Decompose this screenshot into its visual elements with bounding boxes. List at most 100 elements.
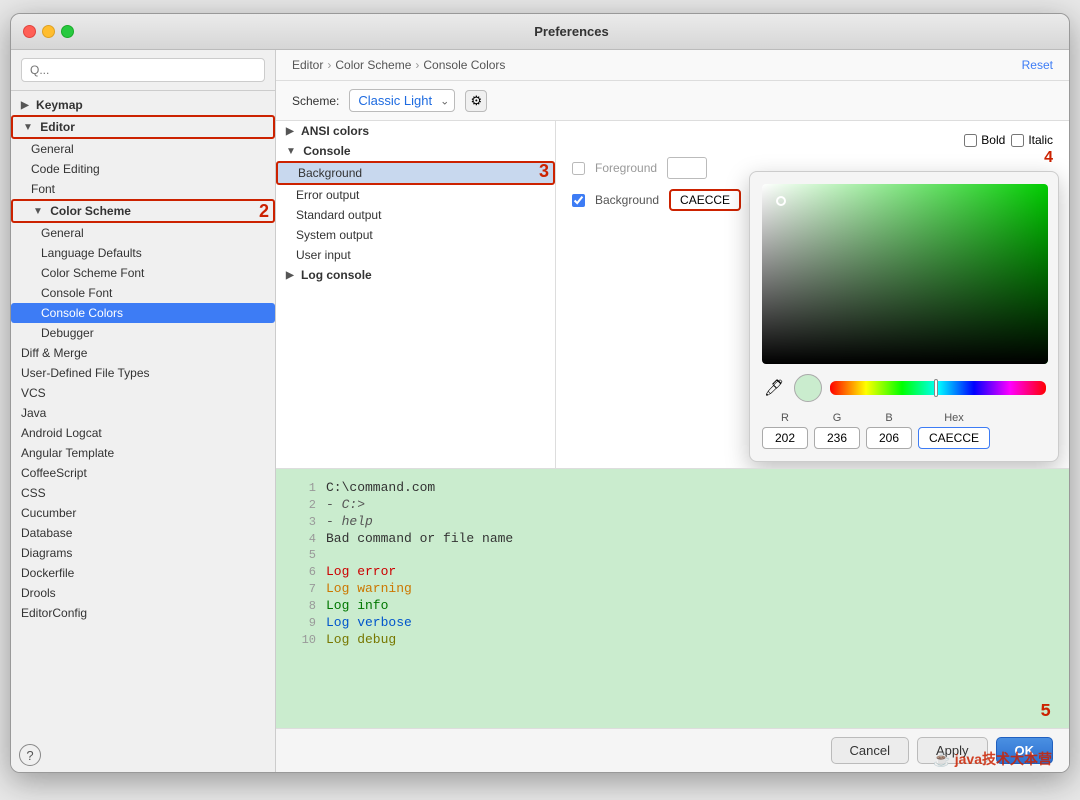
dialog-footer: Cancel Apply OK: [276, 728, 1069, 772]
color-tree-console[interactable]: ▼ Console: [276, 141, 555, 161]
sidebar-item-user-defined[interactable]: User-Defined File Types: [11, 363, 275, 383]
background-checkbox[interactable]: [572, 194, 585, 207]
cancel-button[interactable]: Cancel: [831, 737, 909, 764]
traffic-lights: [23, 25, 74, 38]
preview-line: 4 Bad command or file name: [292, 530, 1053, 547]
b-input-group: B: [866, 412, 912, 449]
color-tree-log-console[interactable]: ▶ Log console: [276, 265, 555, 285]
line-content: C:\command.com: [326, 480, 435, 495]
line-number: 1: [292, 481, 316, 495]
sidebar-item-diff-merge[interactable]: Diff & Merge: [11, 343, 275, 363]
color-swatch: [794, 374, 822, 402]
color-tree-background[interactable]: Background: [276, 161, 555, 185]
color-tree-error-output[interactable]: Error output: [276, 185, 555, 205]
line-number: 8: [292, 599, 316, 613]
scheme-select[interactable]: Classic Light: [349, 89, 455, 112]
line-number: 9: [292, 616, 316, 630]
scheme-gear-button[interactable]: ⚙: [465, 90, 487, 112]
color-tree-user-input[interactable]: User input: [276, 245, 555, 265]
line-number: 2: [292, 498, 316, 512]
preview-area: 1C:\command.com2- C:>3- help4Bad command…: [276, 468, 1069, 728]
sidebar-item-database[interactable]: Database: [11, 523, 275, 543]
sidebar-item-vcs[interactable]: VCS: [11, 383, 275, 403]
preview-line: 9 Log verbose: [292, 614, 1053, 631]
sidebar-item-angular[interactable]: Angular Template: [11, 443, 275, 463]
sidebar-item-keymap[interactable]: ▶ Keymap: [11, 95, 275, 115]
preview-line: 6Log error: [292, 563, 1053, 580]
apply-button[interactable]: Apply: [917, 737, 988, 764]
color-tree-sys-output[interactable]: System output: [276, 225, 555, 245]
b-label: B: [885, 412, 892, 424]
close-button[interactable]: [23, 25, 36, 38]
breadcrumb-sep-1: ›: [327, 58, 331, 72]
b-input[interactable]: [866, 427, 912, 449]
foreground-swatch[interactable]: [667, 157, 707, 179]
line-content: Log info: [326, 598, 388, 613]
breadcrumb-bar: Editor › Color Scheme › Console Colors R…: [276, 50, 1069, 81]
sidebar-item-lang-defaults[interactable]: Language Defaults: [11, 243, 275, 263]
preview-line: 10Log debug: [292, 631, 1053, 648]
maximize-button[interactable]: [61, 25, 74, 38]
sidebar-item-coffeescript[interactable]: CoffeeScript: [11, 463, 275, 483]
sidebar-item-cs-general[interactable]: General: [11, 223, 275, 243]
foreground-label: Foreground: [595, 161, 657, 175]
sidebar: ▶ Keymap ▼ Editor 1 General Code Editing: [11, 50, 276, 772]
sidebar-item-console-font[interactable]: Console Font: [11, 283, 275, 303]
sidebar-item-debugger[interactable]: Debugger: [11, 323, 275, 343]
line-content: Bad command or file name: [326, 531, 513, 546]
bold-italic-wrap: Bold Italic: [964, 133, 1053, 147]
sidebar-item-editor[interactable]: ▼ Editor: [11, 115, 275, 139]
background-color-value[interactable]: CAECCE: [669, 189, 741, 211]
help-button[interactable]: ?: [19, 744, 41, 766]
sidebar-item-drools[interactable]: Drools: [11, 583, 275, 603]
sidebar-item-general[interactable]: General: [11, 139, 275, 159]
sidebar-item-css[interactable]: CSS: [11, 483, 275, 503]
hue-bar[interactable]: [830, 381, 1046, 395]
sidebar-item-code-editing[interactable]: Code Editing: [11, 159, 275, 179]
annotation-5: 5: [1040, 702, 1051, 722]
sidebar-item-diagrams[interactable]: Diagrams: [11, 543, 275, 563]
ok-button[interactable]: OK: [996, 737, 1054, 764]
eyedropper-icon[interactable]: 🖊: [762, 376, 786, 400]
preview-line: 5: [292, 547, 1053, 563]
main-content: ▶ Keymap ▼ Editor 1 General Code Editing: [11, 50, 1069, 772]
search-bar: [11, 50, 275, 91]
line-number: 3: [292, 515, 316, 529]
search-input[interactable]: [21, 58, 265, 82]
preview-lines: 1C:\command.com2- C:>3- help4Bad command…: [292, 479, 1053, 648]
line-number: 4: [292, 532, 316, 546]
window-title: Preferences: [86, 24, 1057, 39]
line-content: - C:>: [326, 497, 365, 512]
color-tree-ansi[interactable]: ▶ ANSI colors: [276, 121, 555, 141]
sidebar-item-color-scheme[interactable]: ▼ Color Scheme: [11, 199, 275, 223]
sidebar-item-font[interactable]: Font: [11, 179, 275, 199]
color-gradient[interactable]: [762, 184, 1048, 364]
bold-checkbox[interactable]: [964, 134, 977, 147]
sidebar-item-editorconfig[interactable]: EditorConfig: [11, 603, 275, 623]
sidebar-item-console-colors[interactable]: Console Colors: [11, 303, 275, 323]
color-cursor[interactable]: [776, 196, 786, 206]
line-content: Log debug: [326, 632, 396, 647]
sidebar-item-java[interactable]: Java: [11, 403, 275, 423]
sidebar-item-dockerfile[interactable]: Dockerfile: [11, 563, 275, 583]
minimize-button[interactable]: [42, 25, 55, 38]
italic-checkbox[interactable]: [1011, 134, 1024, 147]
hex-input-group: Hex: [918, 412, 990, 449]
hue-thumb[interactable]: [934, 379, 938, 397]
chevron-down-icon: ▼: [23, 122, 33, 133]
foreground-checkbox[interactable]: [572, 162, 585, 175]
annotation-4: 4: [1044, 149, 1053, 167]
color-picker-popup: 🖊 R: [749, 171, 1059, 462]
color-tree-std-output[interactable]: Standard output: [276, 205, 555, 225]
sidebar-list: ▶ Keymap ▼ Editor 1 General Code Editing: [11, 91, 275, 738]
breadcrumb-sep-2: ›: [415, 58, 419, 72]
hex-input[interactable]: [918, 427, 990, 449]
line-content: Log verbose: [326, 615, 412, 630]
reset-button[interactable]: Reset: [1022, 58, 1053, 72]
arrow-ansi: ▶: [286, 126, 294, 137]
sidebar-item-android-logcat[interactable]: Android Logcat: [11, 423, 275, 443]
g-input[interactable]: [814, 427, 860, 449]
r-input[interactable]: [762, 427, 808, 449]
sidebar-item-cs-font[interactable]: Color Scheme Font: [11, 263, 275, 283]
sidebar-item-cucumber[interactable]: Cucumber: [11, 503, 275, 523]
